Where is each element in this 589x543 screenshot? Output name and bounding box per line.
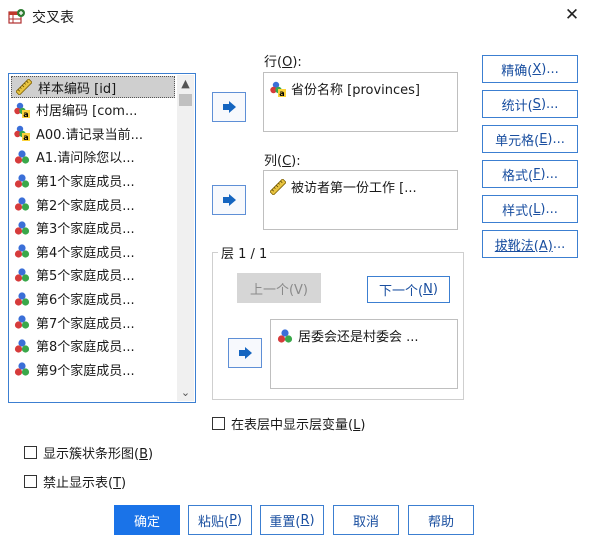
- list-item[interactable]: a 村居编码 [com...: [10, 98, 178, 122]
- nominal-icon: [14, 338, 30, 354]
- nominal-string-icon: a: [14, 102, 30, 118]
- move-to-columns-button[interactable]: [212, 185, 246, 215]
- list-item-label: 第9个家庭成员...: [36, 363, 135, 379]
- variable-list[interactable]: 样本编码 [id] a 村居编码 [com... a A00.请记录当前... A1.请问…: [8, 73, 196, 403]
- scroll-down-icon[interactable]: ⌄: [177, 384, 194, 401]
- statistics-button[interactable]: 统计(S)...: [482, 90, 578, 118]
- list-item-label: 第4个家庭成员...: [36, 245, 135, 261]
- list-item-label: 第5个家庭成员...: [36, 269, 135, 285]
- list-item[interactable]: 第5个家庭成员...: [10, 263, 178, 287]
- list-item-label: A1.请问除您以...: [36, 151, 135, 167]
- suppress-tables-label: 禁止显示表(T): [43, 476, 127, 491]
- layer-item-label: 居委会还是村委会 ...: [298, 330, 419, 345]
- variable-list-items: 样本编码 [id] a 村居编码 [com... a A00.请记录当前... A1.请问…: [10, 75, 178, 381]
- app-icon: [8, 8, 26, 24]
- variable-list-scrollbar[interactable]: ▲ ⌄: [177, 75, 194, 401]
- suppress-tables-checkbox[interactable]: 禁止显示表(T): [24, 472, 126, 491]
- reset-button[interactable]: 重置(R): [260, 505, 324, 535]
- window-title: 交叉表: [32, 10, 74, 26]
- exact-button[interactable]: 精确(X)...: [482, 55, 578, 83]
- list-item[interactable]: 第9个家庭成员...: [10, 358, 178, 382]
- checkbox-box[interactable]: [24, 446, 37, 459]
- nominal-icon: [14, 243, 30, 259]
- layer-box[interactable]: 居委会还是村委会 ...: [270, 319, 458, 389]
- svg-text:a: a: [23, 110, 28, 118]
- scroll-thumb[interactable]: [179, 94, 192, 106]
- nominal-icon: [14, 291, 30, 307]
- format-button[interactable]: 格式(F)...: [482, 160, 578, 188]
- list-item-label: 村居编码 [com...: [36, 104, 138, 120]
- nominal-icon: [14, 149, 30, 165]
- arrow-right-icon: [223, 194, 236, 206]
- nominal-string-icon: a: [14, 125, 30, 142]
- nominal-string-icon: a: [270, 81, 286, 97]
- list-item-label: 第2个家庭成员...: [36, 198, 135, 214]
- paste-button[interactable]: 粘贴(P): [188, 505, 252, 535]
- list-item-label: 第3个家庭成员...: [36, 222, 135, 238]
- close-icon[interactable]: ✕: [561, 4, 583, 26]
- bootstrap-button[interactable]: 拔靴法(A)...: [482, 230, 578, 258]
- list-item-label: 第8个家庭成员...: [36, 340, 135, 356]
- rows-item-label: 省份名称 [provinces]: [291, 83, 421, 98]
- nominal-icon: [14, 267, 30, 283]
- columns-box[interactable]: 被访者第一份工作 [...: [263, 170, 458, 230]
- list-item[interactable]: 第6个家庭成员...: [10, 287, 178, 311]
- list-item[interactable]: 第4个家庭成员...: [10, 240, 178, 264]
- list-item[interactable]: 第1个家庭成员...: [10, 169, 178, 193]
- cancel-button[interactable]: 取消: [333, 505, 399, 535]
- nominal-icon: [277, 328, 293, 344]
- scroll-up-icon[interactable]: ▲: [177, 75, 194, 92]
- list-item[interactable]: 第3个家庭成员...: [10, 216, 178, 240]
- help-button[interactable]: 帮助: [408, 505, 474, 535]
- list-item-label: 第7个家庭成员...: [36, 316, 135, 332]
- checkbox-box[interactable]: [212, 417, 225, 430]
- list-item-label: 第1个家庭成员...: [36, 175, 135, 191]
- svg-text:a: a: [23, 133, 28, 141]
- list-item-label: 第6个家庭成员...: [36, 293, 135, 309]
- rows-label: 行(O):: [264, 55, 302, 70]
- columns-item[interactable]: 被访者第一份工作 [...: [270, 177, 417, 196]
- list-item[interactable]: A1.请问除您以...: [10, 145, 178, 169]
- nominal-icon: [14, 220, 30, 236]
- arrow-right-icon: [239, 347, 252, 359]
- arrow-right-icon: [223, 101, 236, 113]
- rows-item[interactable]: a 省份名称 [provinces]: [270, 79, 420, 98]
- ruler-scale-icon: [16, 79, 32, 95]
- list-item[interactable]: 样本编码 [id]: [11, 76, 175, 98]
- style-button[interactable]: 样式(L)...: [482, 195, 578, 223]
- previous-layer-button[interactable]: 上一个(V): [237, 273, 321, 303]
- list-item[interactable]: a A00.请记录当前...: [10, 122, 178, 146]
- ok-button[interactable]: 确定: [114, 505, 180, 535]
- move-to-rows-button[interactable]: [212, 92, 246, 122]
- clustered-bar-checkbox[interactable]: 显示簇状条形图(B): [24, 443, 153, 462]
- nominal-icon: [14, 314, 30, 330]
- nominal-icon: [14, 196, 30, 212]
- ruler-scale-icon: [270, 178, 286, 195]
- checkbox-box[interactable]: [24, 475, 37, 488]
- clustered-bar-label: 显示簇状条形图(B): [43, 447, 154, 462]
- list-item[interactable]: 第7个家庭成员...: [10, 310, 178, 334]
- columns-item-label: 被访者第一份工作 [...: [291, 181, 417, 196]
- next-layer-button[interactable]: 下一个(N): [367, 276, 450, 303]
- svg-text:a: a: [279, 89, 284, 97]
- rows-box[interactable]: a 省份名称 [provinces]: [263, 72, 458, 132]
- list-item-label: 样本编码 [id]: [38, 81, 117, 97]
- show-layer-checkbox[interactable]: 在表层中显示层变量(L): [212, 414, 365, 433]
- move-to-layer-button[interactable]: [228, 338, 262, 368]
- nominal-icon: [14, 361, 30, 377]
- layer-label: 层 1 / 1: [218, 243, 271, 262]
- columns-label: 列(C):: [264, 154, 301, 169]
- list-item[interactable]: 第2个家庭成员...: [10, 192, 178, 216]
- nominal-icon: [14, 173, 30, 189]
- show-layer-label: 在表层中显示层变量(L): [231, 418, 366, 433]
- cells-button[interactable]: 单元格(E)...: [482, 125, 578, 153]
- layer-item[interactable]: 居委会还是村委会 ...: [277, 326, 419, 345]
- list-item[interactable]: 第8个家庭成员...: [10, 334, 178, 358]
- list-item-label: A00.请记录当前...: [36, 127, 143, 143]
